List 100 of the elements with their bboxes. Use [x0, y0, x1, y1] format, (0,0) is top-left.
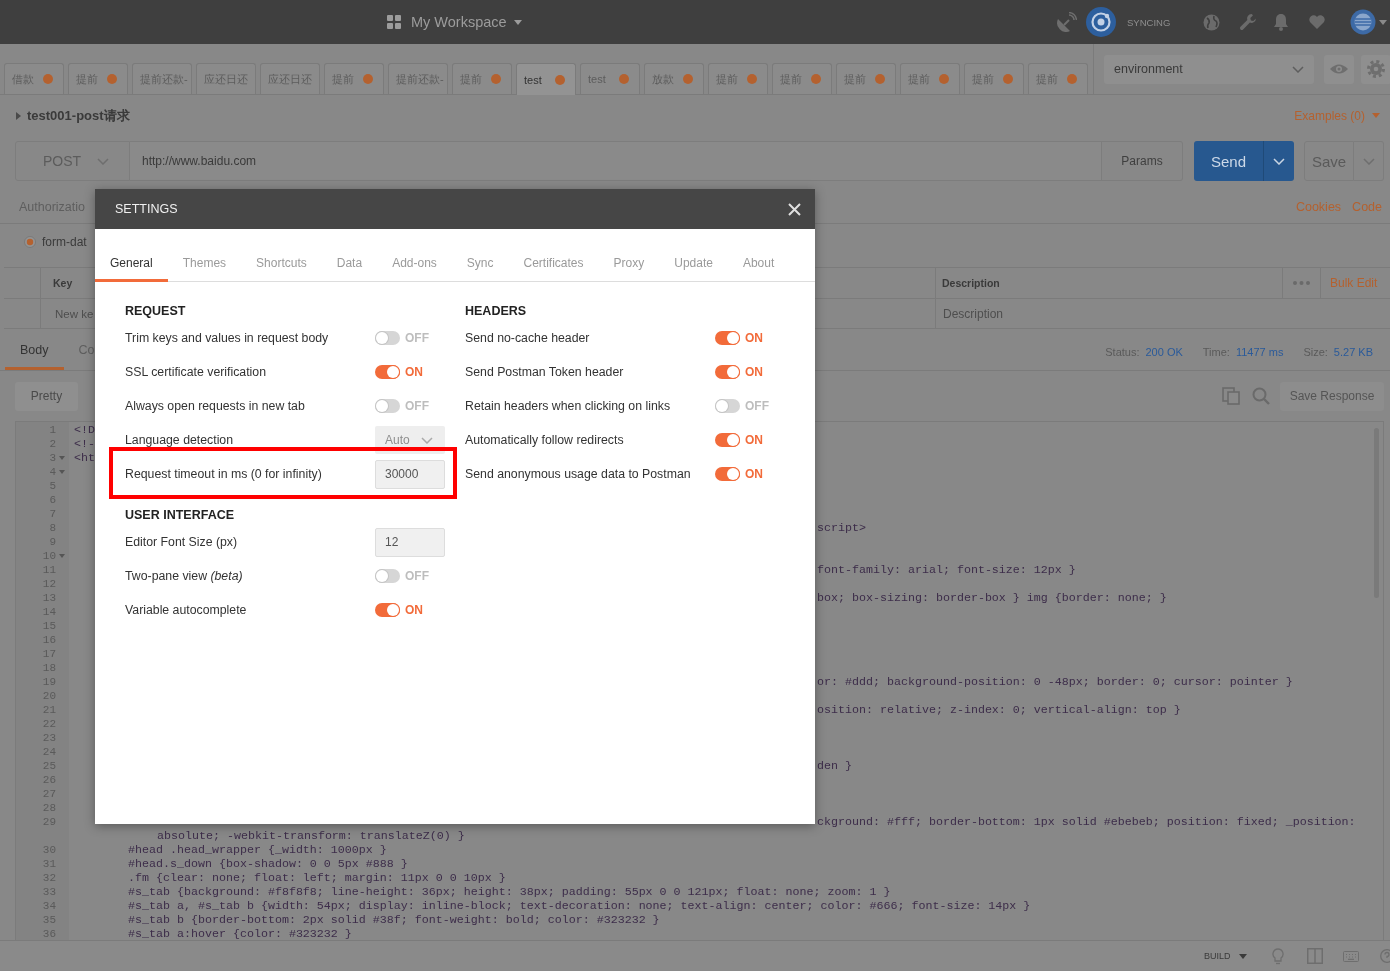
heart-icon[interactable]: [1308, 14, 1326, 30]
settings-button[interactable]: [1361, 54, 1390, 84]
toggle-state-text: ON: [745, 331, 763, 345]
column-header: Description: [942, 277, 1000, 289]
code-line: <!-: [74, 437, 95, 451]
grid-icon: [387, 15, 401, 29]
section-heading: HEADERS: [465, 304, 527, 318]
copy-icon[interactable]: [1222, 387, 1240, 405]
fold-arrow-icon[interactable]: [59, 554, 65, 558]
setting-label: Request timeout in ms (0 for infinity): [125, 467, 322, 481]
settings-tab[interactable]: Themes: [167, 245, 242, 282]
toggle-switch[interactable]: [375, 365, 400, 379]
setting-label: Retain headers when clicking on links: [465, 399, 671, 413]
section-heading: REQUEST: [125, 304, 186, 318]
setting-label: Send anonymous usage data to Postman: [465, 467, 691, 481]
toggle-state-text: ON: [745, 433, 763, 447]
lightbulb-icon[interactable]: [1271, 947, 1284, 965]
setting-label: Two-pane view (beta): [125, 569, 243, 583]
radio-button[interactable]: [24, 235, 36, 248]
setting-label: SSL certificate verification: [125, 365, 267, 379]
avatar-icon[interactable]: [1350, 9, 1376, 35]
view-mode-button[interactable]: Pretty: [15, 381, 78, 411]
globe-icon[interactable]: [1203, 13, 1220, 31]
toggle-switch[interactable]: [715, 433, 740, 447]
toggle-state-text: OFF: [405, 331, 429, 345]
toggle-switch[interactable]: [375, 331, 400, 345]
code-line: #head .head_wrapper {_width: 1000px }: [128, 843, 387, 857]
bell-icon[interactable]: [1273, 13, 1289, 31]
chevron-icon: [421, 436, 433, 444]
send-button[interactable]: Send: [1194, 141, 1263, 181]
chevron-icon: [1273, 157, 1285, 165]
code-line: #s_tab a, #s_tab b {width: 54px; display: inline-block; text-decoration: none; text-align: center; color: #666; font-size: 14px }: [128, 899, 1031, 913]
close-icon[interactable]: [788, 202, 801, 216]
settings-tab[interactable]: Sync: [451, 245, 509, 282]
response-tab[interactable]: Body: [5, 329, 64, 370]
code-line: <!D: [74, 423, 95, 437]
keyboard-icon[interactable]: [1342, 950, 1359, 962]
toggle-switch[interactable]: [375, 603, 400, 617]
environment-dropdown[interactable]: environment: [1104, 54, 1314, 84]
toggle-state-text: ON: [745, 467, 763, 481]
send-options-button[interactable]: [1263, 141, 1294, 181]
settings-tab[interactable]: Certificates: [508, 245, 599, 282]
setting-label: Editor Font Size (px): [125, 535, 238, 549]
request-title: test001-post请求: [27, 106, 130, 125]
wrench-icon[interactable]: [1239, 13, 1257, 31]
save-options-button[interactable]: [1354, 141, 1384, 181]
settings-tab[interactable]: About: [727, 245, 790, 282]
fold-arrow-icon[interactable]: [59, 470, 65, 474]
code-line: <ht: [74, 451, 95, 465]
caret-icon: [1379, 19, 1387, 25]
number-field[interactable]: 12: [375, 527, 445, 557]
toggle-state-text: OFF: [745, 399, 769, 413]
settings-tab[interactable]: Shortcuts: [241, 245, 322, 282]
toggle-switch[interactable]: [715, 331, 740, 345]
fold-arrow-icon[interactable]: [59, 456, 65, 460]
stat-value: 5.27 KB: [1333, 345, 1373, 358]
url-field[interactable]: http://www.baidu.com: [130, 141, 1102, 181]
dialog-title: SETTINGS: [115, 202, 178, 216]
toggle-switch[interactable]: [715, 365, 740, 379]
eye-button[interactable]: [1324, 54, 1354, 84]
section-heading: USER INTERFACE: [125, 508, 235, 522]
description-field[interactable]: Description: [935, 299, 1390, 328]
code-line: box; box-sizing: border-box } img {border: none; }: [817, 591, 1167, 605]
save-response-button[interactable]: Save Response: [1280, 381, 1384, 411]
header-link[interactable]: Code: [1352, 199, 1382, 214]
satellite-dish-icon[interactable]: [1056, 12, 1077, 32]
code-line: or: #ddd; background-position: 0 -48px; border: 0; cursor: pointer }: [817, 675, 1293, 689]
number-field[interactable]: 30000: [375, 459, 445, 489]
toggle-switch[interactable]: [375, 399, 400, 413]
setting-label: Automatically follow redirects: [465, 433, 624, 447]
two-pane-icon[interactable]: [1306, 948, 1323, 964]
request-tab[interactable]: test: [516, 63, 576, 95]
settings-tab[interactable]: General: [95, 245, 168, 282]
help-icon[interactable]: [1379, 949, 1390, 963]
build-menu[interactable]: BUILD: [1204, 951, 1247, 961]
code-line: #s_tab a:hover {color: #323232 }: [128, 927, 352, 940]
code-line: ckground: #fff; border-bottom: 1px solid #ebebeb; position: fixed; _position:: [817, 815, 1356, 829]
code-line: den }: [817, 759, 852, 773]
settings-tab[interactable]: Proxy: [598, 245, 660, 282]
orbit-icon[interactable]: [1086, 7, 1116, 37]
settings-tab[interactable]: Data: [321, 245, 378, 282]
workspace-switcher[interactable]: My Workspace: [387, 14, 522, 30]
settings-tab[interactable]: Add-ons: [377, 245, 452, 282]
setting-label: Variable autocomplete: [125, 603, 247, 617]
toggle-switch[interactable]: [375, 569, 400, 583]
toggle-switch[interactable]: [715, 399, 740, 413]
search-icon[interactable]: [1252, 387, 1270, 405]
settings-tab[interactable]: Update: [659, 245, 728, 282]
setting-label: Send Postman Token header: [465, 365, 624, 379]
examples-link[interactable]: Examples (0): [1294, 108, 1380, 123]
bulk-edit-link[interactable]: Bulk Edit: [1330, 276, 1378, 290]
code-line: #head.s_down {box-shadow: 0 0 5px #888 }: [128, 857, 408, 871]
toggle-switch[interactable]: [715, 467, 740, 481]
setting-label: Always open requests in new tab: [125, 399, 305, 413]
code-line: #s_tab b {border-bottom: 2px solid #38f; font-weight: bold; color: #323232 }: [128, 913, 660, 927]
caret-icon: [513, 19, 522, 25]
header-link[interactable]: Cookies: [1295, 199, 1342, 214]
params-button[interactable]: Params: [1102, 141, 1183, 181]
caret-icon[interactable]: [16, 111, 21, 120]
chevron-icon: [97, 157, 110, 165]
